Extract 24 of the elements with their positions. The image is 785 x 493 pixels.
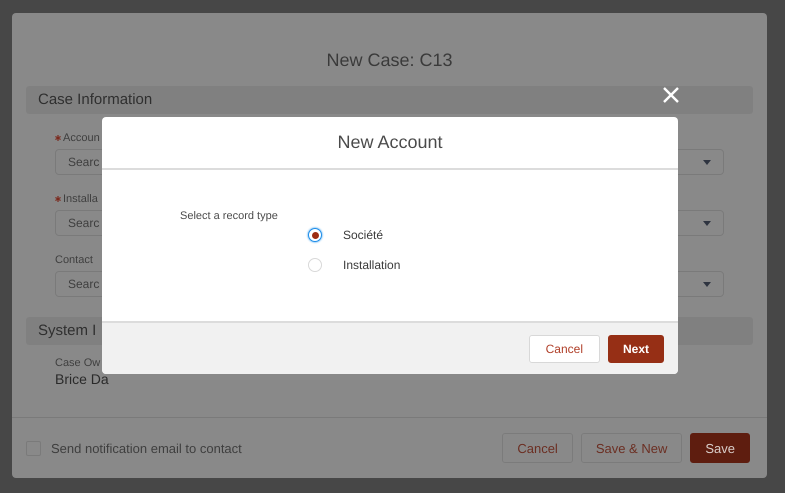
- footer-button[interactable]: Cancel: [502, 433, 573, 463]
- panel-title: New Case: C13: [325, 50, 454, 72]
- next-button[interactable]: Next: [608, 334, 664, 362]
- caret-icon: [703, 282, 711, 286]
- section-header: Case Information: [26, 86, 753, 114]
- radio-button[interactable]: [308, 228, 322, 242]
- option-label: Société: [343, 228, 384, 242]
- caret-icon: [703, 220, 711, 226]
- checkbox-label: Send notification email to contact: [51, 440, 242, 456]
- prompt-label: Select a record type: [180, 210, 278, 222]
- option-label: Installation: [343, 258, 400, 272]
- required-icon: [55, 135, 61, 141]
- field-label: Contact: [55, 253, 93, 267]
- close-icon[interactable]: [663, 87, 679, 103]
- cancel-button[interactable]: Cancel: [528, 334, 600, 362]
- save-button[interactable]: Save: [690, 433, 750, 463]
- required-icon: [55, 196, 61, 202]
- footer-button[interactable]: Save & New: [580, 433, 682, 463]
- field-label: Installa: [63, 192, 98, 206]
- field-value: Brice Da: [55, 371, 109, 387]
- field-label: Accoun: [63, 131, 100, 145]
- modal-title: New Account: [337, 132, 443, 153]
- caret-icon: [703, 160, 711, 164]
- field-label: Case Ow: [55, 356, 100, 370]
